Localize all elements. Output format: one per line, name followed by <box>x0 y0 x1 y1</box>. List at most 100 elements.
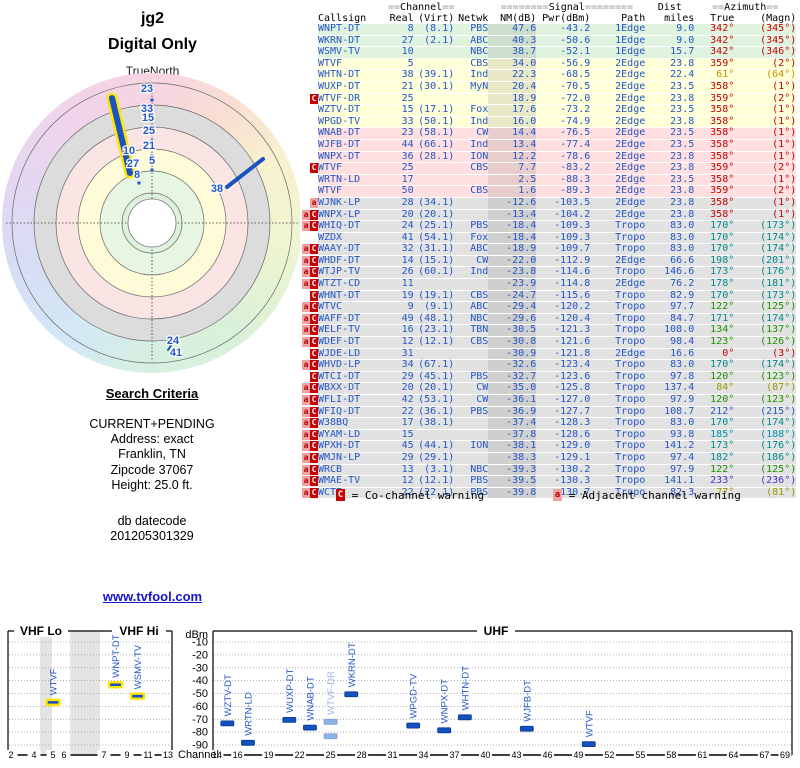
radar-channel-label: 24 <box>167 335 180 347</box>
cell-pwr: -121.8 <box>536 348 591 361</box>
channel-tick-label: 5 <box>50 750 55 760</box>
cell-true: 182° <box>694 452 735 465</box>
cell-real: 49 <box>388 313 414 326</box>
cell-true: 61° <box>694 70 735 82</box>
header-channel-group: ==Channel== <box>388 2 455 13</box>
cell-path: 2Edge <box>590 93 646 106</box>
cell-path: Tropo <box>590 325 646 338</box>
table-row: a C WHIQ-DT 24 (25.1) PBS -18.4 -109.3 Tropo 83.0… <box>300 220 797 233</box>
table-row: WKRN-DT 27 (2.1) ABC 40.3 -50.6 1Edge 9.0 342° (3… <box>300 35 797 48</box>
warning-markers: C <box>300 162 318 175</box>
radar-channel-label: 25 <box>143 125 155 137</box>
cell-nm: 18.9 <box>488 93 537 106</box>
cell-netwk: Ind <box>454 70 489 82</box>
cell-virt: (39.1) <box>413 70 455 82</box>
adjacent-channel-warning-icon: a <box>302 383 310 394</box>
table-row: a C WBXX-DT 20 (20.1) CW -35.0 -125.8 Tropo 137.4… <box>300 383 797 395</box>
cell-miles: 23.8 <box>645 209 695 222</box>
cell-netwk: PBS <box>454 406 489 419</box>
cell-miles: 9.0 <box>645 35 695 48</box>
cell-callsign: WJNK-LP <box>318 197 388 210</box>
cell-netwk <box>454 348 489 361</box>
cell-magn: (174°) <box>734 360 797 372</box>
radar-channel-label: 21 <box>143 140 155 152</box>
table-row: C WTVF-DR 25 18.9 -72.0 2Edge 23.8 359° (2°) <box>300 93 797 106</box>
cell-pwr: -120.4 <box>536 313 591 326</box>
cell-callsign: WNAB-DT <box>318 128 388 140</box>
cell-virt: (9.1) <box>413 302 455 314</box>
table-row: a C WTJP-TV 26 (60.1) Ind -23.8 -114.6 Tropo 146.… <box>300 267 797 280</box>
cell-miles: 23.5 <box>645 105 695 117</box>
warning-markers: aC <box>300 243 318 256</box>
signal-bar-label: WTVF-DR <box>326 671 337 715</box>
channel-tick-label: 61 <box>697 750 707 760</box>
signal-bar-label: WNPT-DT <box>111 634 122 677</box>
cell-path: 2Edge <box>590 105 646 117</box>
cell-callsign: WPGD-TV <box>318 116 388 129</box>
co-channel-warning-icon: C <box>310 325 318 336</box>
warning-markers: aC <box>300 209 318 222</box>
adjacent-channel-warning-icon: a <box>302 325 310 336</box>
cell-virt <box>413 348 455 361</box>
cell-netwk <box>454 209 489 222</box>
cell-true: 342° <box>694 23 735 36</box>
cell-nm: -30.9 <box>488 348 537 361</box>
cell-real: 29 <box>388 452 414 465</box>
co-channel-warning-icon: C <box>310 209 318 220</box>
cell-path: 2Edge <box>590 163 646 175</box>
cell-pwr: -52.1 <box>536 47 591 59</box>
cell-nm: -37.4 <box>488 418 537 430</box>
vhf-lo-label: VHF Lo <box>20 624 62 638</box>
adjacent-channel-warning-icon: a <box>302 267 310 278</box>
signal-bar-label: WSMV-TV <box>133 644 144 689</box>
cell-pwr: -72.0 <box>536 93 591 106</box>
cell-magn: (1°) <box>734 151 797 164</box>
cell-virt: (8.1) <box>413 23 455 36</box>
warning-markers: aC <box>300 313 318 326</box>
signal-bar-label: WUXP-DT <box>285 668 296 713</box>
cell-nm: -36.1 <box>488 394 537 407</box>
cell-miles: 23.8 <box>645 116 695 129</box>
cell-real: 31 <box>388 348 414 361</box>
cell-callsign: WHVD-LP <box>318 360 388 372</box>
tvfool-link[interactable]: www.tvfool.com <box>95 589 210 604</box>
cell-virt <box>413 185 455 198</box>
cell-nm: -29.4 <box>488 302 537 314</box>
cell-true: 358° <box>694 81 735 94</box>
adjacent-channel-warning-icon: a <box>302 441 310 452</box>
cell-pwr: -114.8 <box>536 278 591 291</box>
signal-bar-wrtn-ld <box>241 739 255 746</box>
signal-bar-wtvf-dr <box>323 718 338 725</box>
cell-miles: 83.0 <box>645 244 695 256</box>
cell-netwk <box>454 174 489 187</box>
warning-markers: aC <box>300 255 318 268</box>
cell-real: 16 <box>388 325 414 338</box>
cell-callsign: WDEF-DT <box>318 336 388 349</box>
cell-pwr: -128.3 <box>536 418 591 430</box>
cell-path: Tropo <box>590 290 646 303</box>
cell-callsign: WPXH-DT <box>318 441 388 453</box>
cell-virt <box>413 46 455 59</box>
co-channel-warning-icon: C <box>310 429 318 440</box>
cell-virt: (67.1) <box>413 360 455 372</box>
cell-miles: 98.4 <box>645 336 695 349</box>
signal-bar-label: WTVF <box>49 668 60 695</box>
cell-virt: (3.1) <box>413 464 455 477</box>
cell-virt <box>413 58 455 71</box>
spectrum-chart: VHF Lo VHF Hi UHFdBm-10-20-30-40-50-60-70-… <box>4 624 793 761</box>
cell-netwk: CW <box>454 394 489 407</box>
table-row: WNAB-DT 23 (58.1) CW 14.4 -76.5 2Edge 23.5 358°(… <box>300 128 797 140</box>
signal-bar-label: WTVF <box>584 710 595 737</box>
warning-markers <box>300 151 318 164</box>
cell-true: 358° <box>694 174 735 187</box>
channel-tick-label: 64 <box>728 750 738 760</box>
cell-netwk: CBS <box>454 163 489 175</box>
warning-markers: aC <box>300 336 318 349</box>
cell-path: Tropo <box>590 336 646 349</box>
cell-true: 170° <box>694 244 735 256</box>
cell-miles: 83.0 <box>645 220 695 233</box>
cell-netwk: PBS <box>454 371 489 384</box>
cell-callsign: WTVF <box>318 58 388 71</box>
cell-magn: (1°) <box>734 197 797 210</box>
cell-callsign: WTVF-DR <box>318 93 388 106</box>
